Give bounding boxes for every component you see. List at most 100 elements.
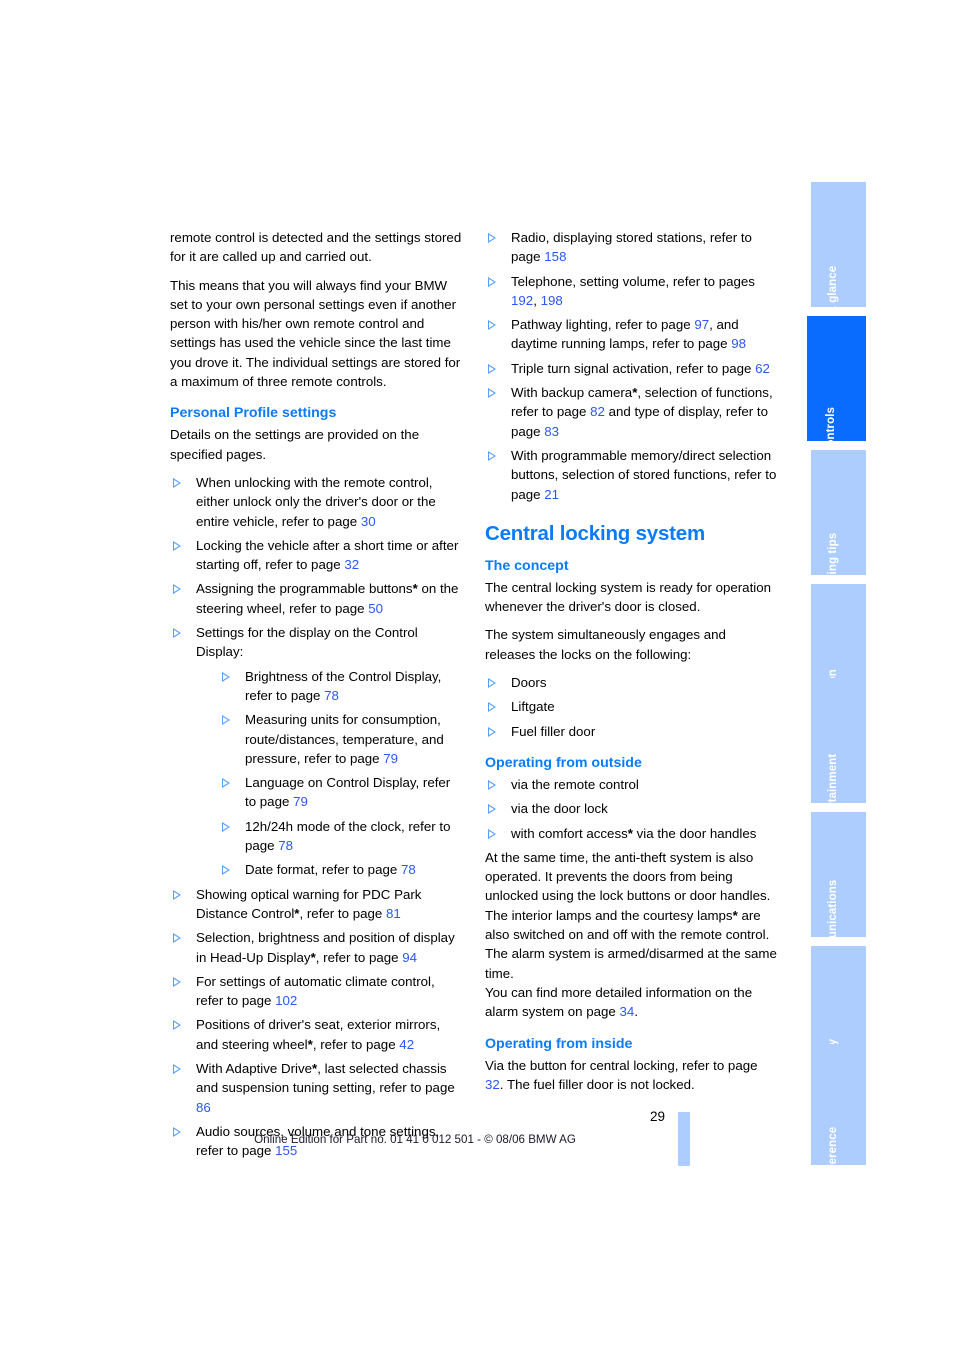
page-reference[interactable]: 94 <box>402 950 417 965</box>
tab-reference[interactable]: Reference <box>811 1044 866 1165</box>
page-reference[interactable]: 86 <box>196 1100 211 1115</box>
list-item: Measuring units for consumption, route/d… <box>219 710 462 768</box>
list-item-text: With Adaptive Drive*, last selected chas… <box>196 1060 455 1096</box>
tab-entertainment[interactable]: Entertainment <box>811 678 866 803</box>
manual-page: At a glance Controls Driving tips Naviga… <box>0 0 954 1351</box>
list-item: Brightness of the Control Display, refer… <box>219 667 462 706</box>
paragraph-outside-2: You can find more detailed information o… <box>485 983 777 1022</box>
footer-accent-bar <box>678 1112 690 1166</box>
page-reference-secondary[interactable]: 83 <box>544 424 559 439</box>
page-reference[interactable]: 97 <box>694 317 709 332</box>
triangle-bullet-icon <box>222 671 230 682</box>
page-reference[interactable]: 81 <box>386 906 401 921</box>
page-reference[interactable]: 78 <box>401 862 416 877</box>
triangle-bullet-icon <box>173 889 181 900</box>
list-item-text: Measuring units for consumption, route/d… <box>245 712 444 766</box>
optional-equipment-marker: * <box>632 385 638 401</box>
list-item: Locking the vehicle after a short time o… <box>170 536 462 575</box>
tab-label: Reference <box>826 1126 839 1165</box>
list-item-text: Assigning the programmable buttons* on t… <box>196 581 459 616</box>
page-reference[interactable]: 32 <box>344 557 359 572</box>
list-item-text: Pathway lighting, refer to page <box>511 317 695 333</box>
page-reference-secondary[interactable]: 98 <box>731 336 746 351</box>
optional-equipment-marker: * <box>627 825 633 841</box>
list-operating-from-outside: via the remote control via the door lock… <box>485 775 777 843</box>
paragraph-outside-1: At the same time, the anti-theft system … <box>485 849 777 981</box>
page-reference[interactable]: 158 <box>544 249 566 264</box>
list-item: 12h/24h mode of the clock, refer to page… <box>219 817 462 856</box>
page-reference[interactable]: 34 <box>620 1004 635 1019</box>
page-reference[interactable]: 79 <box>293 794 308 809</box>
list-item: Language on Control Display, refer to pa… <box>219 773 462 812</box>
tab-controls[interactable]: Controls <box>807 316 866 441</box>
right-text-column: Radio, displaying stored stations, refer… <box>485 228 777 1103</box>
list-item: Selection, brightness and position of di… <box>170 928 462 967</box>
list-locked-components: Doors Liftgate Fuel filler door <box>485 673 777 741</box>
page-reference-secondary[interactable]: 198 <box>541 293 563 308</box>
heading-operating-from-outside: Operating from outside <box>485 754 642 771</box>
section-title-central-locking-system: Central locking system <box>485 521 706 545</box>
paragraph-concept-1: The central locking system is ready for … <box>485 579 772 615</box>
list-item: Pathway lighting, refer to page 97, and … <box>485 315 777 354</box>
list-item: Showing optical warning for PDC Park Dis… <box>170 885 462 924</box>
triangle-bullet-icon <box>222 821 230 832</box>
list-item-text: Triple turn signal activation, refer to … <box>511 360 756 376</box>
tab-communications[interactable]: Communications <box>811 812 866 937</box>
page-reference[interactable]: 50 <box>368 601 383 616</box>
optional-equipment-marker: * <box>412 581 418 597</box>
list-item-text: Fuel filler door <box>511 723 596 739</box>
list-item-text: via the door lock <box>511 801 608 817</box>
list-personal-profile-settings: When unlocking with the remote control, … <box>170 473 462 1161</box>
list-item-text: via the remote control <box>511 776 639 792</box>
list-item: With Adaptive Drive*, last selected chas… <box>170 1059 462 1117</box>
page-reference[interactable]: 62 <box>755 361 770 376</box>
page-reference[interactable]: 82 <box>590 404 605 419</box>
paragraph-intro-2: This means that you will always find you… <box>170 277 461 390</box>
list-item: With backup camera*, selection of functi… <box>485 383 777 441</box>
optional-equipment-marker: * <box>310 949 316 965</box>
page-reference[interactable]: 21 <box>544 487 559 502</box>
list-item-text: Locking the vehicle after a short time o… <box>196 537 459 573</box>
list-item: via the door lock <box>485 799 777 818</box>
heading-the-concept: The concept <box>485 557 569 574</box>
left-text-column: remote control is detected and the setti… <box>170 228 462 1165</box>
list-item: Assigning the programmable buttons* on t… <box>170 579 462 618</box>
triangle-bullet-icon <box>173 976 181 987</box>
list-item: For settings of automatic climate contro… <box>170 972 462 1011</box>
list-item: Settings for the display on the Control … <box>170 623 462 880</box>
page-reference[interactable]: 79 <box>383 751 398 766</box>
triangle-bullet-icon <box>173 628 181 639</box>
triangle-bullet-icon <box>173 540 181 551</box>
list-item-text: Telephone, setting volume, refer to page… <box>511 273 755 289</box>
triangle-bullet-icon <box>488 726 496 737</box>
tab-label: At a glance <box>826 265 839 307</box>
paragraph-intro-1: remote control is detected and the setti… <box>170 230 462 265</box>
page-reference[interactable]: 192 <box>511 293 533 308</box>
page-reference[interactable]: 42 <box>399 1037 414 1052</box>
paragraph-inside-text: Via the button for central locking, refe… <box>485 1057 758 1073</box>
list-item: Positions of driver's seat, exterior mir… <box>170 1015 462 1054</box>
triangle-bullet-icon <box>173 933 181 944</box>
list-item-text: For settings of automatic climate contro… <box>196 973 435 1009</box>
page-reference[interactable]: 78 <box>278 838 293 853</box>
list-item: Radio, displaying stored stations, refer… <box>485 228 777 267</box>
triangle-bullet-icon <box>488 779 496 790</box>
tab-driving-tips[interactable]: Driving tips <box>811 450 866 575</box>
page-reference[interactable]: 32 <box>485 1077 500 1092</box>
list-item-text: When unlocking with the remote control, … <box>196 474 436 529</box>
tab-label: Controls <box>824 406 837 441</box>
optional-equipment-marker: * <box>294 905 300 921</box>
page-reference[interactable]: 102 <box>275 993 297 1008</box>
page-number: 29 <box>649 1109 665 1124</box>
tab-at-a-glance[interactable]: At a glance <box>811 182 866 307</box>
list-personal-profile-settings-continued: Radio, displaying stored stations, refer… <box>485 228 777 504</box>
list-item-text: Liftgate <box>511 699 555 715</box>
list-item-text: Settings for the display on the Control … <box>196 625 418 660</box>
page-reference[interactable]: 30 <box>361 514 376 529</box>
triangle-bullet-icon <box>488 678 496 689</box>
list-item: with comfort access* via the door handle… <box>485 824 777 843</box>
page-reference[interactable]: 78 <box>324 688 339 703</box>
list-item: Liftgate <box>485 697 777 716</box>
triangle-bullet-icon <box>222 778 230 789</box>
list-item-text: Doors <box>511 675 547 691</box>
